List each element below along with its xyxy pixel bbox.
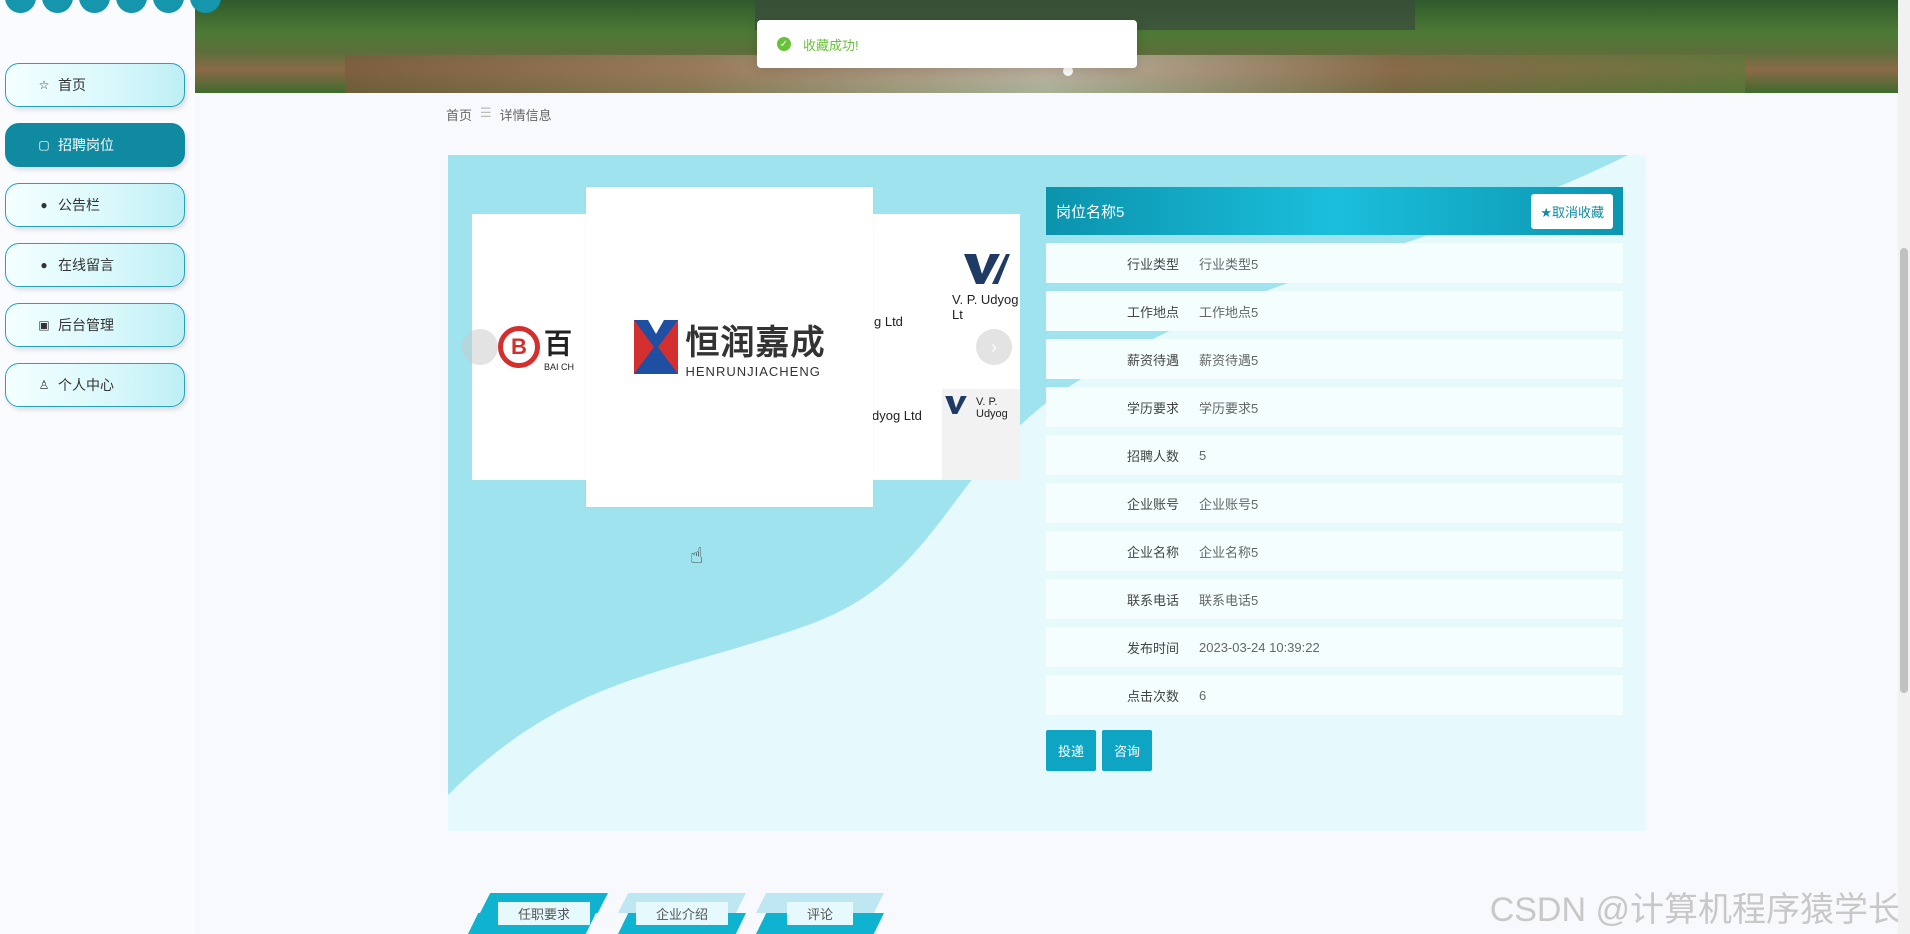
breadcrumb-separator: ☰ <box>480 105 492 120</box>
bag-icon: ▢ <box>38 138 50 152</box>
breadcrumb-current: 详情信息 <box>499 108 552 123</box>
row-value: 2023-03-24 10:39:22 <box>1199 639 1320 655</box>
user-icon: ♙ <box>38 378 50 392</box>
gift-icon: ▣ <box>38 318 50 332</box>
row-value: 5 <box>1199 447 1207 463</box>
apply-button[interactable]: 投递 <box>1046 730 1097 771</box>
henrun-logo-icon <box>633 320 678 374</box>
job-detail: 岗位名称5 ★取消收藏 行业类型 行业类型5 工作地点 工作地点5 薪资待遇 薪资待遇… <box>1046 187 1623 771</box>
detail-row: 发布时间 2023-03-24 10:39:22 <box>1046 627 1623 667</box>
page-scrollbar[interactable] <box>1898 0 1910 934</box>
star-icon: ☆ <box>38 78 50 92</box>
tab-label: 评论 <box>786 902 853 925</box>
detail-row: 企业名称 企业名称5 <box>1046 531 1623 571</box>
logo-text: dyog Ltd <box>872 408 922 423</box>
detail-row: 联系电话 联系电话5 <box>1046 579 1623 619</box>
sidebar-nav: ☆ 首页 ▢ 招聘岗位 ● 公告栏 ● 在线留言 ▣ 后台管理 ♙ 个人中心 <box>5 63 185 423</box>
sidebar-item-label: 首页 <box>58 77 86 93</box>
detail-row: 工作地点 工作地点5 <box>1046 291 1623 331</box>
vp-logo-icon <box>964 254 1010 284</box>
logo-subtext: HENRUNJIACHENG <box>685 364 821 379</box>
top-decoration <box>0 0 221 13</box>
sidebar-item-label: 招聘岗位 <box>58 137 114 153</box>
breadcrumb-home[interactable]: 首页 <box>446 105 472 124</box>
tab-comments[interactable]: 评论 <box>756 893 884 934</box>
logo-text: V. P. Udyog <box>976 396 1008 420</box>
consult-button[interactable]: 咨询 <box>1102 730 1153 771</box>
job-title-bar: 岗位名称5 ★取消收藏 <box>1046 187 1623 235</box>
tab-label: 任职要求 <box>497 902 590 925</box>
success-toast: ✓ 收藏成功! <box>757 20 1137 68</box>
detail-row: 企业账号 企业账号5 <box>1046 483 1623 523</box>
sidebar: ☆ 首页 ▢ 招聘岗位 ● 公告栏 ● 在线留言 ▣ 后台管理 ♙ 个人中心 <box>0 0 221 934</box>
logo-text: V. P. Udyog Lt <box>952 292 1019 322</box>
row-label: 发布时间 <box>1126 640 1179 656</box>
carousel-slide-active[interactable]: 恒润嘉成 HENRUNJIACHENG <box>586 187 873 507</box>
sidebar-item-profile[interactable]: ♙ 个人中心 <box>5 363 185 407</box>
detail-row: 招聘人数 5 <box>1046 435 1623 475</box>
toast-message: 收藏成功! <box>803 37 859 53</box>
row-value: 6 <box>1199 687 1207 703</box>
vp-logo-icon <box>945 396 967 414</box>
logo-text: 恒润嘉成 <box>685 324 826 362</box>
row-value: 工作地点5 <box>1199 304 1259 320</box>
breadcrumb: 首页 ☰ 详情信息 <box>446 105 552 124</box>
carousel-prev-button[interactable] <box>462 329 498 365</box>
logo-text: 百 <box>543 328 572 359</box>
row-value: 行业类型5 <box>1199 256 1259 272</box>
row-label: 企业名称 <box>1126 544 1179 560</box>
carousel-next-button[interactable]: › <box>976 329 1012 365</box>
unfavorite-button[interactable]: ★取消收藏 <box>1531 193 1613 229</box>
sidebar-item-notice[interactable]: ● 公告栏 <box>5 183 185 227</box>
sidebar-item-label: 在线留言 <box>58 257 114 273</box>
logo-subtext: BAI CH <box>543 362 574 372</box>
alert-icon: ● <box>40 198 48 212</box>
sidebar-item-label: 公告栏 <box>58 197 100 213</box>
row-value: 企业名称5 <box>1199 544 1259 560</box>
row-label: 点击次数 <box>1126 688 1179 704</box>
job-title: 岗位名称5 <box>1056 203 1125 221</box>
sidebar-item-label: 个人中心 <box>58 377 114 393</box>
row-value: 学历要求5 <box>1199 400 1259 416</box>
scrollbar-thumb[interactable] <box>1900 248 1908 693</box>
company-logo: B 百 BAI CH <box>497 322 574 372</box>
row-value: 联系电话5 <box>1199 592 1259 608</box>
action-buttons: 投递 咨询 <box>1046 730 1623 771</box>
detail-row: 行业类型 行业类型5 <box>1046 243 1623 283</box>
hand-cursor-icon: ☝ <box>690 543 704 568</box>
row-label: 企业账号 <box>1126 496 1179 512</box>
detail-row: 薪资待遇 薪资待遇5 <box>1046 339 1623 379</box>
row-label: 薪资待遇 <box>1126 352 1179 368</box>
detail-row: 点击次数 6 <box>1046 675 1623 715</box>
question-icon: ● <box>40 258 48 272</box>
watermark: CSDN @计算机程序猿学长 <box>1489 891 1902 929</box>
sidebar-item-label: 后台管理 <box>58 317 114 333</box>
detail-panel: B 百 BAI CH V. P. Udyog Lt g Ltd dyog Ltd… <box>448 155 1646 831</box>
logo-text: g Ltd <box>874 314 903 329</box>
sidebar-item-admin[interactable]: ▣ 后台管理 <box>5 303 185 347</box>
row-label: 工作地点 <box>1126 304 1179 320</box>
tab-label: 企业介绍 <box>635 902 728 925</box>
row-value: 薪资待遇5 <box>1199 352 1259 368</box>
company-logo: 恒润嘉成 HENRUNJIACHENG <box>633 315 826 379</box>
tab-company-intro[interactable]: 企业介绍 <box>618 893 746 934</box>
detail-row: 学历要求 学历要求5 <box>1046 387 1623 427</box>
tab-requirements[interactable]: 任职要求 <box>468 893 608 934</box>
row-label: 联系电话 <box>1126 592 1179 608</box>
sidebar-item-message[interactable]: ● 在线留言 <box>5 243 185 287</box>
sidebar-item-home[interactable]: ☆ 首页 <box>5 63 185 107</box>
check-circle-icon: ✓ <box>777 37 791 51</box>
row-label: 学历要求 <box>1126 400 1179 416</box>
row-label: 招聘人数 <box>1126 448 1179 464</box>
company-carousel: B 百 BAI CH V. P. Udyog Lt g Ltd dyog Ltd… <box>462 187 1020 509</box>
sidebar-item-jobs[interactable]: ▢ 招聘岗位 <box>5 123 185 167</box>
row-value: 企业账号5 <box>1199 496 1259 512</box>
detail-tabs: 任职要求 企业介绍 评论 <box>468 893 884 934</box>
row-label: 行业类型 <box>1126 256 1179 272</box>
